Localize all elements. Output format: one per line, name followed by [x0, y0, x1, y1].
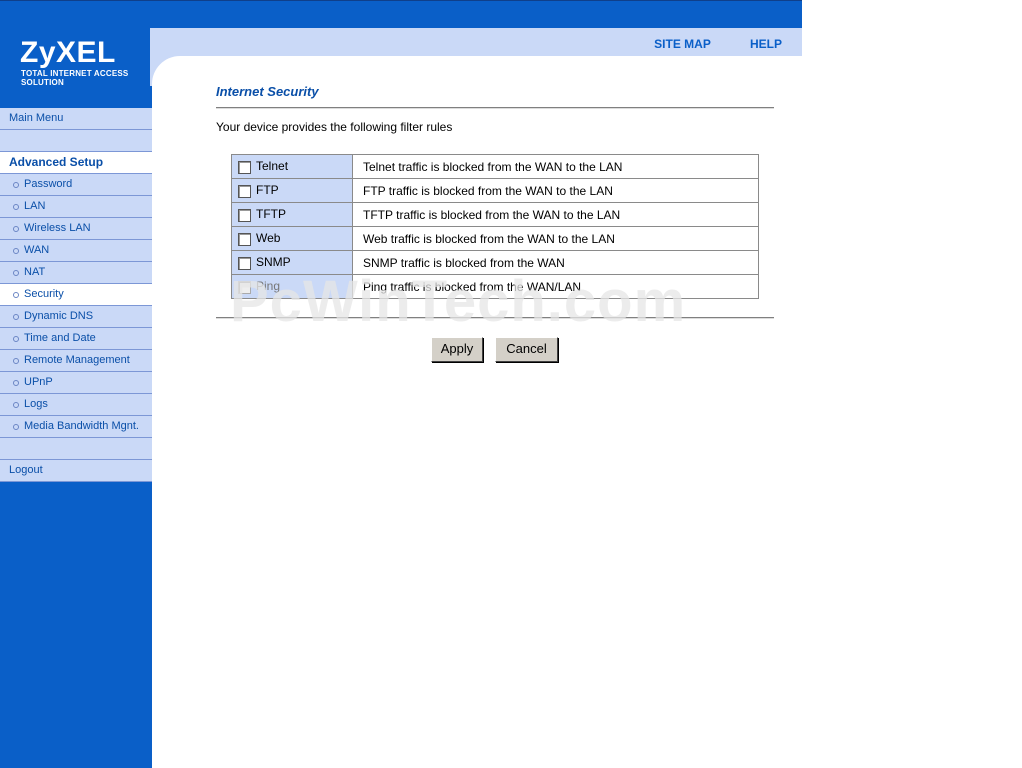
table-divider: [216, 317, 774, 319]
web-checkbox[interactable]: [238, 232, 251, 246]
sidebar-menu: Main Menu Advanced Setup Password LAN Wi…: [0, 108, 152, 482]
title-divider: [216, 107, 774, 109]
ping-checkbox: [238, 280, 251, 294]
bullet-icon: [13, 182, 19, 188]
sidebar-item-logs[interactable]: Logs: [0, 394, 152, 416]
sidebar-item-label: Wireless LAN: [24, 222, 91, 234]
table-row: Telnet Telnet traffic is blocked from th…: [231, 154, 759, 179]
bullet-icon: [13, 204, 19, 210]
header-links-strip: SITE MAP HELP: [150, 28, 802, 56]
ftp-checkbox[interactable]: [238, 184, 251, 198]
bullet-icon: [13, 402, 19, 408]
table-row: SNMP SNMP traffic is blocked from the WA…: [231, 250, 759, 275]
table-row: FTP FTP traffic is blocked from the WAN …: [231, 178, 759, 203]
sidebar-item-media-bandwidth[interactable]: Media Bandwidth Mgnt.: [0, 416, 152, 438]
help-link[interactable]: HELP: [750, 37, 782, 51]
sidebar-item-wan[interactable]: WAN: [0, 240, 152, 262]
bullet-icon: [13, 226, 19, 232]
rule-name: Telnet: [256, 159, 289, 174]
rule-name-cell: Telnet: [231, 154, 353, 179]
table-row: Ping Ping traffic is blocked from the WA…: [231, 274, 759, 299]
sidebar-item-password[interactable]: Password: [0, 174, 152, 196]
cancel-button[interactable]: Cancel: [495, 337, 558, 362]
page-title: Internet Security: [216, 84, 319, 99]
rule-name: TFTP: [256, 207, 286, 222]
table-row: TFTP TFTP traffic is blocked from the WA…: [231, 202, 759, 227]
sidebar-item-label: UPnP: [24, 376, 53, 388]
rule-description: Web traffic is blocked from the WAN to t…: [352, 226, 759, 251]
rule-name: FTP: [256, 183, 279, 198]
top-bar: [0, 0, 802, 29]
sidebar-item-dynamic-dns[interactable]: Dynamic DNS: [0, 306, 152, 328]
sidebar-item-label: Remote Management: [24, 354, 130, 366]
bullet-icon: [13, 270, 19, 276]
rule-name-cell: FTP: [231, 178, 353, 203]
bullet-icon: [13, 248, 19, 254]
rule-name-cell: TFTP: [231, 202, 353, 227]
sidebar-item-label: Time and Date: [24, 332, 96, 344]
filter-rules-table: Telnet Telnet traffic is blocked from th…: [231, 154, 759, 299]
sidebar-item-label: LAN: [24, 200, 46, 212]
sidebar-item-security[interactable]: Security: [0, 284, 152, 306]
sidebar-item-remote-management[interactable]: Remote Management: [0, 350, 152, 372]
telnet-checkbox[interactable]: [238, 160, 251, 174]
rule-description: Telnet traffic is blocked from the WAN t…: [352, 154, 759, 179]
zyxel-logo: ZyXEL TOTAL INTERNET ACCESS SOLUTION: [0, 28, 150, 87]
rule-name: Web: [256, 231, 281, 246]
sidebar-item-nat[interactable]: NAT: [0, 262, 152, 284]
sidebar-item-time-and-date[interactable]: Time and Date: [0, 328, 152, 350]
bullet-icon: [13, 358, 19, 364]
table-row: Web Web traffic is blocked from the WAN …: [231, 226, 759, 251]
sidebar-item-label: Security: [24, 288, 64, 300]
bullet-icon: [13, 424, 19, 430]
header-links: SITE MAP HELP: [618, 37, 782, 51]
sidebar-item-label: Media Bandwidth Mgnt.: [24, 420, 139, 432]
intro-text: Your device provides the following filte…: [216, 120, 453, 134]
site-map-link[interactable]: SITE MAP: [654, 37, 710, 51]
sidebar-section-advanced-setup[interactable]: Advanced Setup: [0, 152, 152, 174]
logo-tagline: TOTAL INTERNET ACCESS SOLUTION: [21, 69, 129, 87]
rule-name: SNMP: [256, 255, 291, 270]
rule-description: Ping traffic is blocked from the WAN/LAN: [352, 274, 759, 299]
sidebar-main-menu[interactable]: Main Menu: [0, 108, 152, 130]
sidebar-spacer: [0, 130, 152, 152]
sidebar-spacer: [0, 438, 152, 460]
sidebar-item-label: Password: [24, 178, 73, 190]
sidebar-item-upnp[interactable]: UPnP: [0, 372, 152, 394]
rule-name: Ping: [256, 279, 281, 294]
snmp-checkbox[interactable]: [238, 256, 251, 270]
bullet-icon: [13, 380, 19, 386]
bullet-icon: [13, 336, 19, 342]
bullet-icon: [13, 314, 19, 320]
logo-brand: ZyXEL: [20, 36, 116, 69]
sidebar-item-label: NAT: [24, 266, 46, 278]
tftp-checkbox[interactable]: [238, 208, 251, 222]
sidebar-item-label: Logs: [24, 398, 48, 410]
sidebar-item-label: WAN: [24, 244, 50, 256]
sidebar-item-label: Dynamic DNS: [24, 310, 94, 322]
rule-name-cell: Web: [231, 226, 353, 251]
rule-name-cell: SNMP: [231, 250, 353, 275]
rule-description: FTP traffic is blocked from the WAN to t…: [352, 178, 759, 203]
sidebar-item-lan[interactable]: LAN: [0, 196, 152, 218]
rule-description: SNMP traffic is blocked from the WAN: [352, 250, 759, 275]
rule-name-cell: Ping: [231, 274, 353, 299]
sidebar-item-wireless-lan[interactable]: Wireless LAN: [0, 218, 152, 240]
sidebar-logout[interactable]: Logout: [0, 460, 152, 482]
rule-description: TFTP traffic is blocked from the WAN to …: [352, 202, 759, 227]
router-admin-frame: ZyXEL TOTAL INTERNET ACCESS SOLUTION SIT…: [0, 0, 802, 768]
apply-button[interactable]: Apply: [431, 337, 483, 362]
bullet-icon: [13, 292, 19, 298]
